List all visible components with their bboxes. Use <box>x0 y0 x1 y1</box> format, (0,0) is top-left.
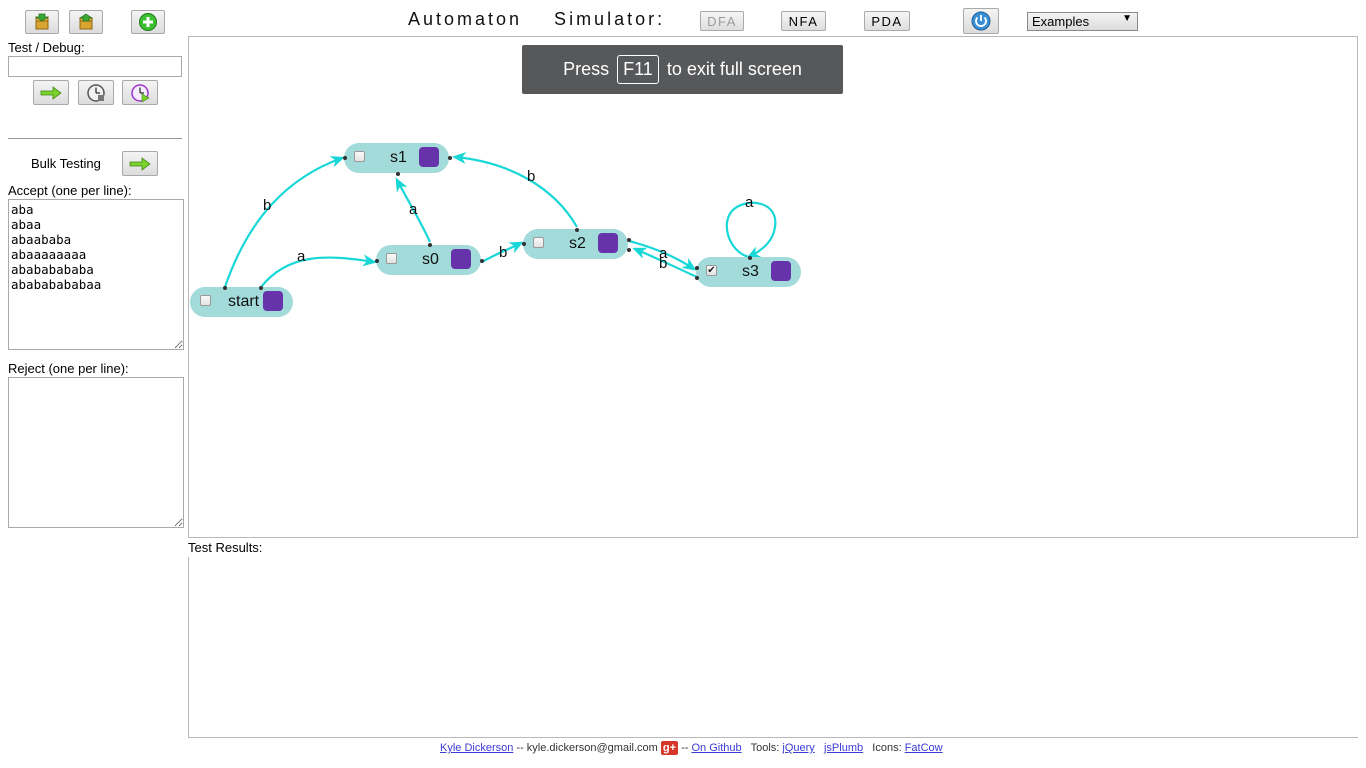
bulk-testing-label: Bulk Testing <box>31 156 101 171</box>
transition-edges <box>223 152 777 288</box>
transition-label[interactable]: a <box>409 201 417 218</box>
transition-label[interactable]: a <box>297 248 305 265</box>
step-through-button[interactable] <box>122 80 158 105</box>
endpoint[interactable] <box>522 242 526 246</box>
accept-textarea[interactable]: aba abaa abaababa abaaaaaaaa abababababa… <box>8 199 184 350</box>
dfa-mode-button[interactable]: DFA <box>700 11 744 31</box>
transition-label[interactable]: a <box>745 194 753 211</box>
plus-icon <box>139 13 157 31</box>
state-drag-handle[interactable] <box>419 147 439 167</box>
email-text: -- kyle.dickerson@gmail.com <box>516 741 658 754</box>
notice-text-after: to exit full screen <box>666 59 802 79</box>
fullscreen-notice: Press F11 to exit full screen <box>522 45 843 94</box>
state-s1[interactable]: s1 <box>344 143 449 173</box>
endpoint[interactable] <box>575 228 579 232</box>
power-icon <box>971 11 991 31</box>
endpoint[interactable] <box>480 259 484 263</box>
transition-label[interactable]: b <box>263 197 271 214</box>
accept-checkbox[interactable] <box>533 237 544 248</box>
accept-checkbox[interactable] <box>386 253 397 264</box>
test-results-label: Test Results: <box>188 540 263 555</box>
clock-icon <box>87 83 105 102</box>
state-s0[interactable]: s0 <box>376 245 481 275</box>
state-name: s1 <box>390 149 407 166</box>
endpoint[interactable] <box>343 156 347 160</box>
test-input[interactable] <box>8 56 182 77</box>
state-drag-handle[interactable] <box>771 261 791 281</box>
endpoint[interactable] <box>259 286 263 290</box>
accept-label: Accept (one per line): <box>8 183 132 198</box>
accept-checkbox[interactable] <box>200 295 211 306</box>
notice-text-before: Press <box>563 59 610 79</box>
test-debug-label: Test / Debug: <box>8 40 85 55</box>
divider <box>8 138 182 139</box>
footer: Kyle Dickerson -- kyle.dickerson@gmail.c… <box>440 741 943 755</box>
icons-label: Icons: <box>872 741 902 754</box>
state-drag-handle[interactable] <box>451 249 471 269</box>
state-drag-handle[interactable] <box>598 233 618 253</box>
endpoint[interactable] <box>695 266 699 270</box>
state-start[interactable]: start <box>190 287 293 317</box>
edge-start-s0 <box>260 254 377 288</box>
endpoint[interactable] <box>627 238 631 242</box>
endpoint[interactable] <box>695 276 699 280</box>
separator-text: -- <box>681 741 689 754</box>
endpoint[interactable] <box>627 248 631 252</box>
clock-play-icon <box>131 83 150 103</box>
run-test-button[interactable] <box>33 80 69 105</box>
state-name: s2 <box>569 235 586 252</box>
save-button[interactable] <box>69 10 103 34</box>
gplus-icon[interactable]: g+ <box>660 741 679 755</box>
state-drag-handle[interactable] <box>263 291 283 311</box>
automaton-canvas[interactable]: b a a b b a b a start s0 s1 s2 ✔ s3 Pres… <box>188 36 1358 538</box>
reject-textarea[interactable] <box>8 377 184 528</box>
transition-label[interactable]: b <box>659 255 667 272</box>
test-results-panel <box>188 557 1358 738</box>
state-s3[interactable]: ✔ s3 <box>696 257 801 287</box>
endpoint[interactable] <box>375 259 379 263</box>
add-state-button[interactable] <box>131 10 165 34</box>
accept-checkbox[interactable] <box>354 151 365 162</box>
endpoint[interactable] <box>223 286 227 290</box>
load-button[interactable] <box>25 10 59 34</box>
arrow-right-icon <box>40 85 62 100</box>
jsplumb-link[interactable]: jsPlumb <box>824 742 863 754</box>
state-name: start <box>228 293 260 310</box>
fatcow-link[interactable]: FatCow <box>905 742 943 754</box>
transition-label[interactable]: b <box>527 168 535 185</box>
reset-button[interactable] <box>963 8 999 34</box>
step-button[interactable] <box>78 80 114 105</box>
bulk-run-button[interactable] <box>122 151 158 176</box>
transition-label[interactable]: b <box>499 244 507 261</box>
nfa-mode-button[interactable]: NFA <box>781 11 826 31</box>
arrow-right-icon <box>129 156 151 171</box>
pda-mode-button[interactable]: PDA <box>864 11 910 31</box>
github-link[interactable]: On Github <box>691 742 741 754</box>
dropdown-arrow-icon: ▼ <box>1122 13 1132 24</box>
endpoint[interactable] <box>396 172 400 176</box>
state-name: s0 <box>422 251 439 268</box>
tools-label: Tools: <box>750 741 780 754</box>
endpoint[interactable] <box>448 156 452 160</box>
load-box-icon <box>34 13 50 30</box>
key-badge: F11 <box>617 55 659 84</box>
reject-label: Reject (one per line): <box>8 361 129 376</box>
jquery-link[interactable]: jQuery <box>782 742 814 754</box>
accept-checkbox-checked[interactable]: ✔ <box>706 265 717 276</box>
edge-s2-s1 <box>452 152 578 228</box>
endpoint[interactable] <box>748 256 752 260</box>
app-title: Automaton Simulator: <box>408 9 666 29</box>
endpoint[interactable] <box>428 243 432 247</box>
examples-select-value: Examples <box>1032 14 1090 29</box>
state-s2[interactable]: s2 <box>523 229 628 259</box>
state-name: s3 <box>742 263 759 280</box>
save-box-icon <box>78 13 94 30</box>
author-link[interactable]: Kyle Dickerson <box>440 742 513 754</box>
examples-select[interactable]: Examples ▼ <box>1027 12 1138 31</box>
